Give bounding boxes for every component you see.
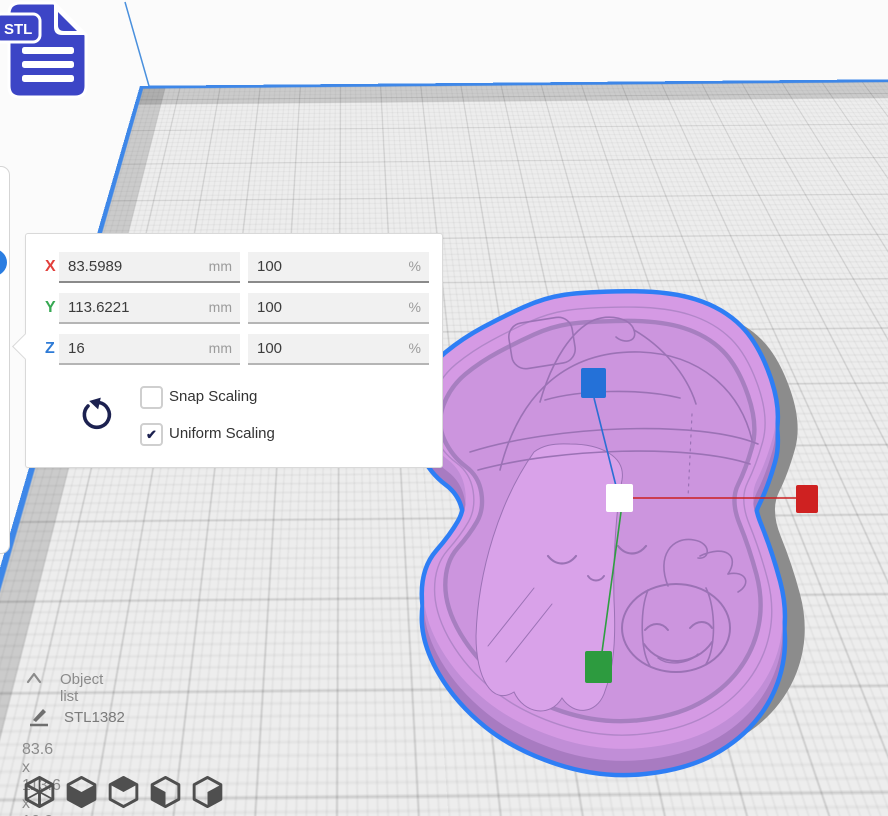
view-left-icon[interactable] — [149, 775, 182, 809]
scale-row-z: Z mm % — [26, 334, 442, 365]
build-volume-corner-line — [125, 2, 149, 86]
y-percent-field: % — [248, 293, 429, 324]
axis-label-y: Y — [45, 299, 56, 317]
view-right-icon[interactable] — [191, 775, 224, 809]
scale-handle-green[interactable] — [585, 651, 612, 683]
snap-scaling-label: Snap Scaling — [169, 388, 257, 405]
uniform-scaling-label: Uniform Scaling — [169, 425, 275, 442]
left-toolbar-edge — [0, 166, 10, 554]
rename-pencil-icon[interactable] — [27, 705, 51, 729]
z-percent-input[interactable] — [248, 334, 429, 363]
y-size-unit: mm — [209, 299, 232, 315]
reset-scale-button[interactable] — [78, 397, 114, 435]
scale-row-y: Y mm % — [26, 293, 442, 324]
object-list-header[interactable]: Object list — [60, 671, 103, 705]
scale-handle-red[interactable] — [796, 485, 818, 513]
axis-label-x: X — [45, 258, 56, 276]
z-size-field: mm — [59, 334, 240, 365]
y-size-field: mm — [59, 293, 240, 324]
app-window: STL X mm % Y mm % — [0, 0, 888, 816]
scale-row-x: X mm % — [26, 252, 442, 283]
stl-file-icon[interactable]: STL — [0, 0, 100, 102]
x-percent-input[interactable] — [248, 252, 429, 281]
reset-arrow-icon — [78, 397, 114, 435]
camera-view-buttons — [23, 775, 224, 809]
scale-tool-panel: X mm % Y mm % Z mm — [25, 233, 443, 468]
object-list-item-name[interactable]: STL1382 — [64, 709, 125, 726]
text-line — [22, 75, 74, 82]
axis-label-z: Z — [45, 340, 55, 358]
x-percent-field: % — [248, 252, 429, 283]
view-3d-icon[interactable] — [23, 775, 56, 809]
x-size-unit: mm — [209, 258, 232, 274]
scale-handle-blue[interactable] — [581, 368, 606, 398]
view-top-icon[interactable] — [107, 775, 140, 809]
snap-scaling-checkbox[interactable] — [140, 386, 163, 409]
z-size-unit: mm — [209, 340, 232, 356]
y-percent-unit: % — [409, 299, 421, 315]
x-percent-unit: % — [409, 258, 421, 274]
uniform-scaling-checkbox[interactable]: ✔ — [140, 423, 163, 446]
scale-handle-center[interactable] — [606, 484, 633, 512]
z-percent-field: % — [248, 334, 429, 365]
view-front-icon[interactable] — [65, 775, 98, 809]
text-line — [22, 47, 74, 54]
model-ghost-mold[interactable] — [418, 293, 783, 772]
z-percent-unit: % — [409, 340, 421, 356]
collapse-chevron-icon[interactable] — [26, 671, 42, 685]
text-line — [22, 61, 74, 68]
y-percent-input[interactable] — [248, 293, 429, 322]
x-size-field: mm — [59, 252, 240, 283]
badge-label: STL — [4, 21, 32, 38]
